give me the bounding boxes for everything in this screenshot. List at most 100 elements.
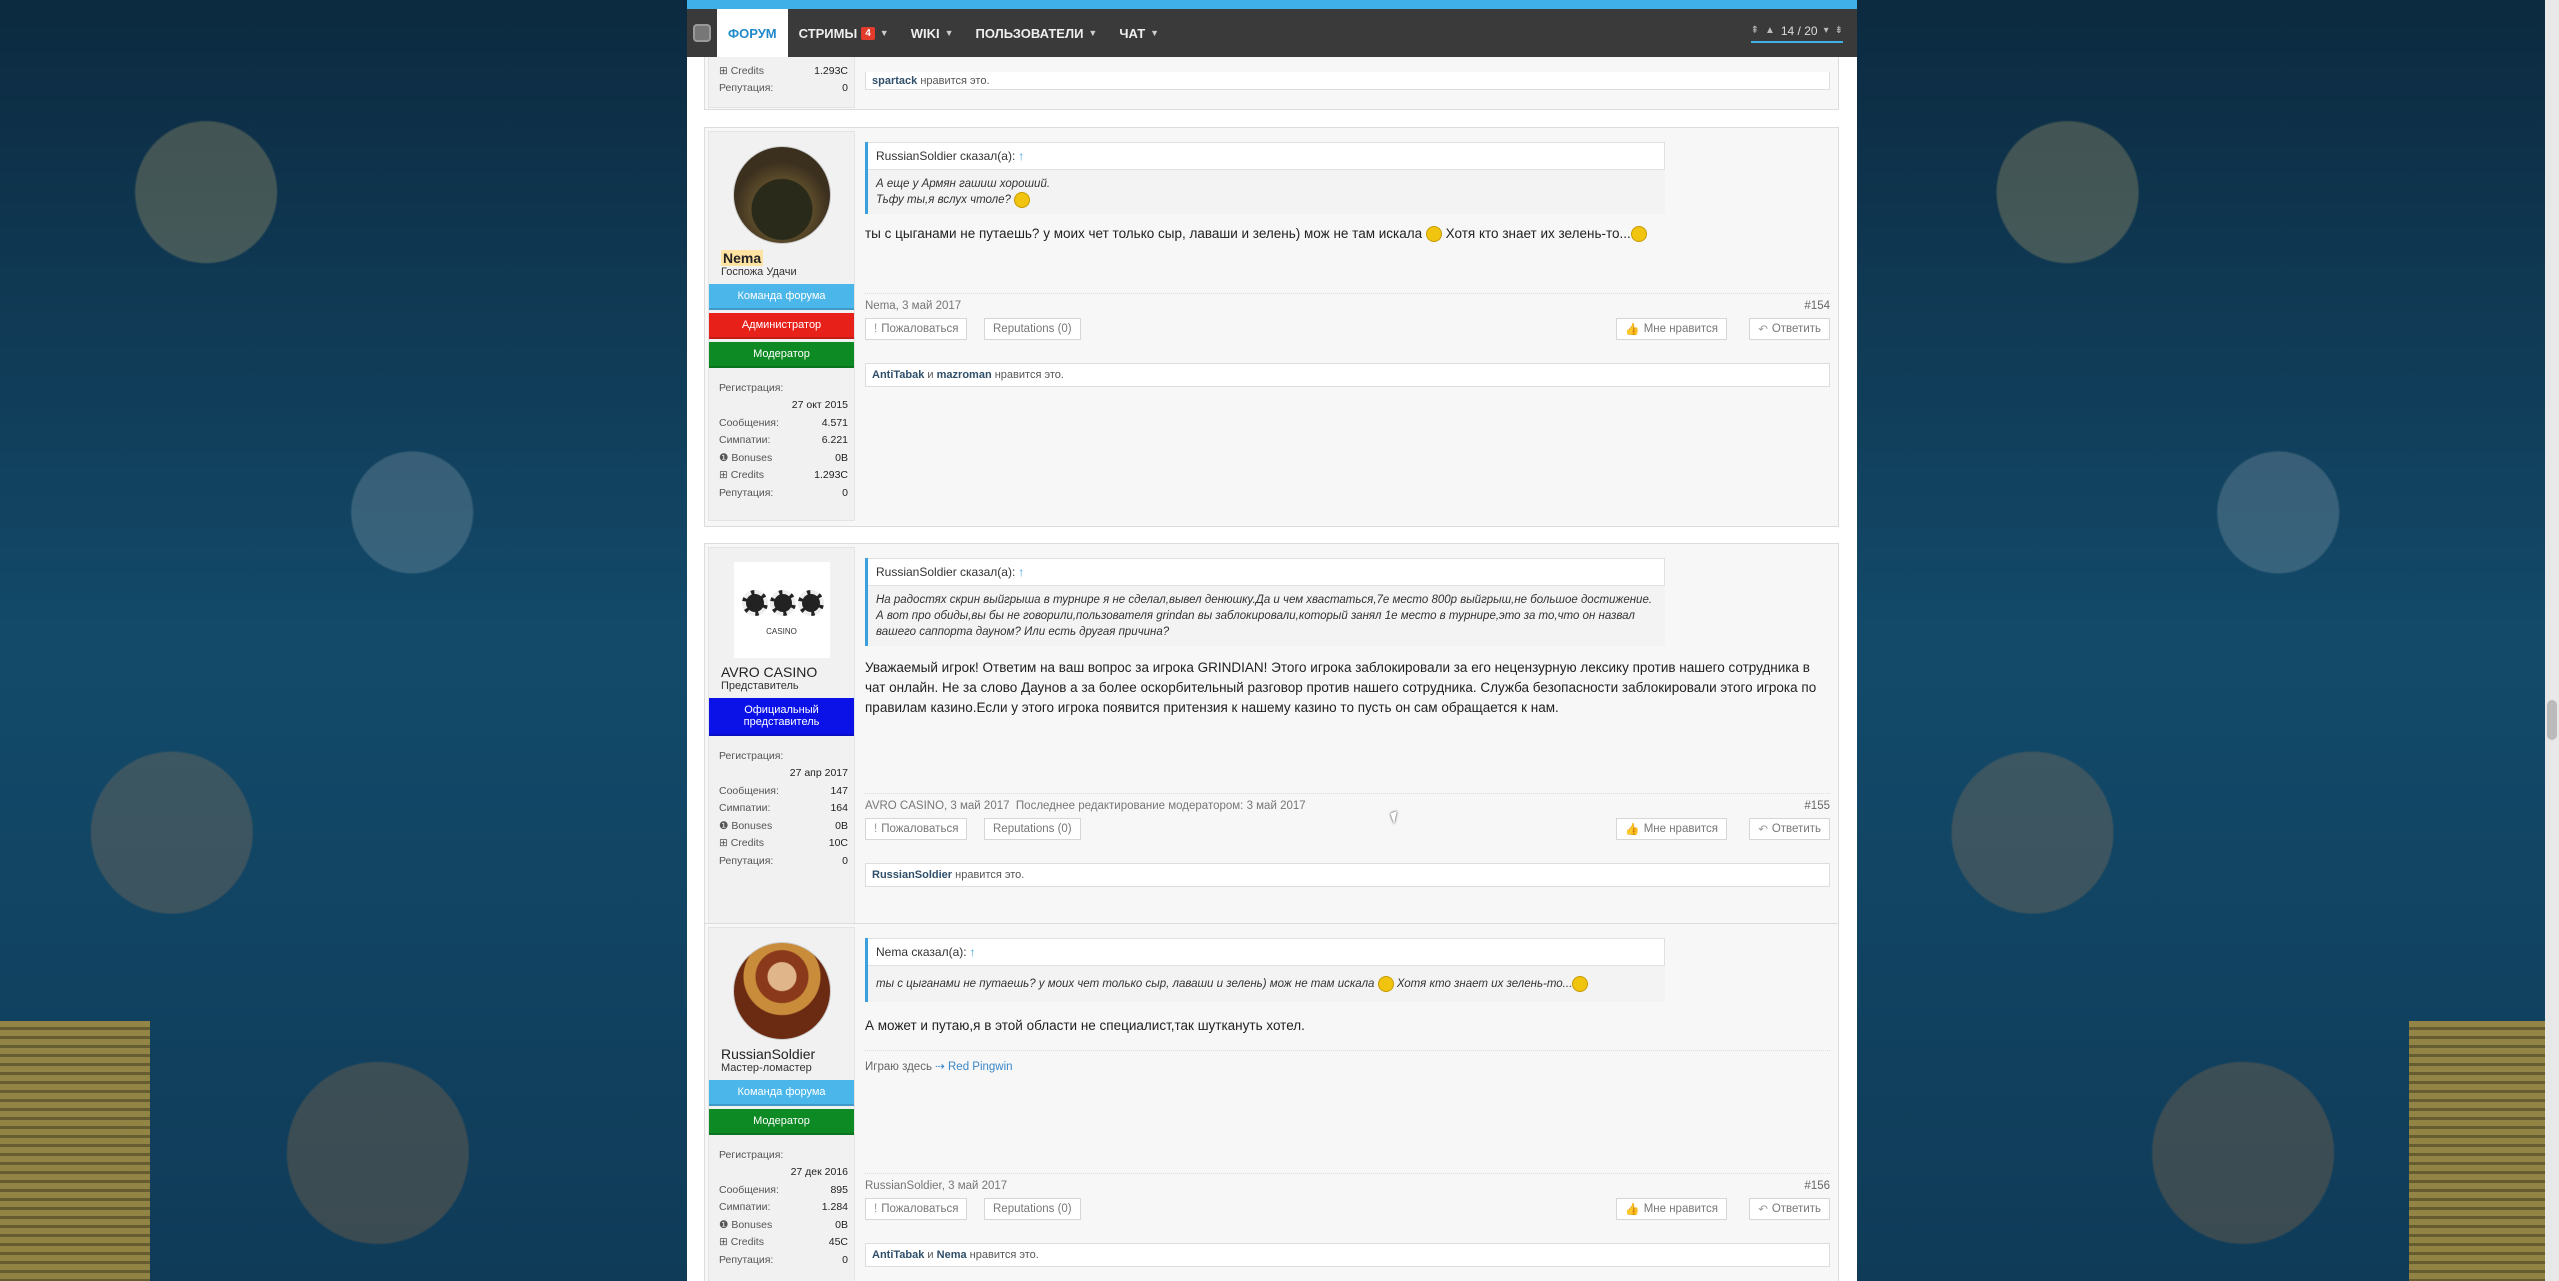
prev-page-icon[interactable]: ▲	[1765, 25, 1775, 36]
like-user-link[interactable]: AntiTabak	[872, 1249, 924, 1261]
like-user-link[interactable]: AntiTabak	[872, 369, 924, 381]
stat-label: Credits	[730, 469, 764, 482]
report-button[interactable]: ! Пожаловаться	[865, 818, 968, 840]
registration-date: 27 дек 2016	[790, 1166, 848, 1179]
reply-button[interactable]: ↶ Ответить	[1749, 818, 1830, 840]
likes-summary: AntiTabak и mazroman нравится это.	[865, 363, 1830, 387]
stat-label: Симпатии:	[719, 802, 771, 815]
avatar[interactable]	[732, 942, 831, 1040]
stat-value: 1.293C	[814, 64, 848, 77]
stat-label: Симпатии:	[719, 1201, 771, 1214]
chevron-down-icon: ▼	[944, 28, 954, 38]
streams-count-badge: 4	[861, 26, 875, 40]
nav-wiki[interactable]: WIKI ▼	[900, 9, 965, 57]
nav-streams[interactable]: СТРИМЫ 4 ▼	[788, 9, 900, 57]
post-actions: ! Пожаловаться Reputations (0) 👍 Мне нрави…	[865, 1198, 1830, 1220]
stat-label: Репутация:	[719, 82, 774, 95]
credits-icon: ⊞	[719, 1236, 731, 1249]
post-number[interactable]: #154	[1804, 300, 1830, 312]
post-number[interactable]: #155	[1804, 800, 1830, 812]
page-scrollbar[interactable]	[2545, 0, 2559, 1281]
report-label: Пожаловаться	[881, 823, 959, 835]
stat-label: Bonuses	[731, 819, 773, 832]
role-badge-admin: Администратор	[709, 313, 854, 339]
stat-label: Репутация:	[719, 854, 774, 867]
reputations-button[interactable]: Reputations (0)	[984, 818, 1081, 840]
reputations-button[interactable]: Reputations (0)	[984, 1198, 1081, 1220]
post-body: RussianSoldier сказал(а): ↑ На радостях с…	[865, 544, 1830, 934]
report-button[interactable]: ! Пожаловаться	[865, 1198, 968, 1220]
post-meta: Nema, 3 май 2017 #154	[865, 293, 1830, 312]
stat-value: 0B	[835, 1218, 848, 1231]
like-label: Мне нравится	[1643, 823, 1718, 835]
arrow-up-icon[interactable]: ↑	[970, 945, 976, 959]
post-author-date[interactable]: Nema, 3 май 2017	[865, 300, 961, 312]
like-user-link[interactable]: RussianSoldier	[872, 869, 952, 881]
reply-button[interactable]: ↶ Ответить	[1749, 318, 1830, 340]
post-155: CASINO AVRO CASINO Представитель Официал…	[704, 543, 1839, 933]
signature-link[interactable]: ⇢ Red Pingwin	[935, 1061, 1012, 1073]
stat-value: 147	[830, 784, 848, 797]
edit-note: Последнее редактирование модератором: 3 …	[1015, 800, 1306, 812]
scrollbar-thumb[interactable]	[2547, 700, 2557, 740]
quote-line: А вот про обиды,вы бы не говорили,пользо…	[876, 610, 1635, 638]
credits-icon: ⊞	[719, 469, 731, 482]
report-label: Пожаловаться	[881, 1203, 959, 1215]
post-154: Nema Госпожа Удачи Команда форума Админи…	[704, 127, 1839, 527]
nav-forum[interactable]: ФОРУМ	[717, 9, 788, 57]
quote-author[interactable]: RussianSoldier сказал(а):	[876, 149, 1015, 163]
credits-icon: ⊞	[719, 64, 731, 77]
nav-chat[interactable]: ЧАТ ▼	[1108, 9, 1170, 57]
quote-line: Тьфу ты,я вслух чтоле?	[876, 194, 1011, 207]
avatar[interactable]: CASINO	[733, 562, 830, 658]
quote-author[interactable]: Nema сказал(а):	[876, 945, 967, 959]
site-logo-icon[interactable]	[687, 9, 717, 57]
last-page-icon[interactable]: ⇟	[1835, 25, 1843, 36]
likes-suffix: нравится это.	[920, 74, 990, 87]
post-156: RussianSoldier Мастер-ломастер Команда ф…	[704, 923, 1839, 1281]
like-user-link[interactable]: Nema	[937, 1249, 967, 1261]
arrow-up-icon[interactable]: ↑	[1018, 565, 1024, 579]
chevron-down-icon[interactable]: ▾	[1824, 25, 1829, 36]
stat-label: Bonuses	[731, 1218, 773, 1231]
message-text: Хотя кто знает их зелень-то...	[1445, 226, 1631, 242]
like-user-link[interactable]: spartack	[872, 75, 917, 87]
stat-label: Репутация:	[719, 486, 774, 499]
first-page-icon[interactable]: ⇞	[1751, 25, 1759, 36]
like-button[interactable]: 👍 Мне нравится	[1616, 1198, 1727, 1220]
stat-value: 45C	[828, 1236, 848, 1249]
nav-forum-label: ФОРУМ	[728, 25, 777, 41]
username[interactable]: AVRO CASINO	[721, 664, 854, 680]
like-user-link[interactable]: mazroman	[937, 369, 992, 381]
arrow-up-icon[interactable]: ↑	[1018, 149, 1024, 163]
stat-value: 1.284	[821, 1201, 848, 1214]
user-stats: Регистрация: 27 дек 2016 Сообщения: 895 С…	[709, 1138, 854, 1273]
stat-label: Симпатии:	[719, 434, 771, 447]
like-button[interactable]: 👍 Мне нравится	[1616, 818, 1727, 840]
signature-prefix: Играю здесь	[865, 1061, 932, 1074]
like-button[interactable]: 👍 Мне нравится	[1616, 318, 1727, 340]
reply-button[interactable]: ↶ Ответить	[1749, 1198, 1830, 1220]
quote-block: Nema сказал(а): ↑ ты с цыганами не путаеш…	[865, 938, 1665, 1003]
post-author-date[interactable]: RussianSoldier, 3 май 2017	[865, 1180, 1007, 1192]
quote-text: А еще у Армян гашиш хороший. Тьфу ты,я в…	[868, 170, 1665, 214]
likes-summary: AntiTabak и Nema нравится это.	[865, 1243, 1830, 1267]
quote-author[interactable]: RussianSoldier сказал(а):	[876, 565, 1015, 579]
reputations-button[interactable]: Reputations (0)	[984, 318, 1081, 340]
report-button[interactable]: ! Пожаловаться	[865, 318, 968, 340]
page-indicator[interactable]: 14 / 20	[1781, 24, 1818, 38]
username[interactable]: RussianSoldier	[721, 1046, 854, 1062]
nav-users[interactable]: ПОЛЬЗОВАТЕЛИ ▼	[965, 9, 1109, 57]
reputations-label: Reputations (0)	[993, 323, 1072, 335]
post-number[interactable]: #156	[1804, 1180, 1830, 1192]
avatar[interactable]	[732, 146, 831, 244]
quote-header: RussianSoldier сказал(а): ↑	[868, 142, 1665, 170]
like-label: Мне нравится	[1643, 323, 1718, 335]
likes-suffix: нравится это.	[955, 869, 1025, 881]
post-author-date[interactable]: AVRO CASINO, 3 май 2017	[865, 800, 1010, 812]
username[interactable]: Nema	[721, 250, 764, 266]
chevron-down-icon: ▼	[1088, 28, 1098, 38]
quote-text: На радостях скрин выйгрыша в турнире я н…	[868, 586, 1665, 646]
warning-icon: !	[874, 823, 878, 835]
user-info-nema: Nema Госпожа Удачи Команда форума Админи…	[708, 131, 855, 521]
